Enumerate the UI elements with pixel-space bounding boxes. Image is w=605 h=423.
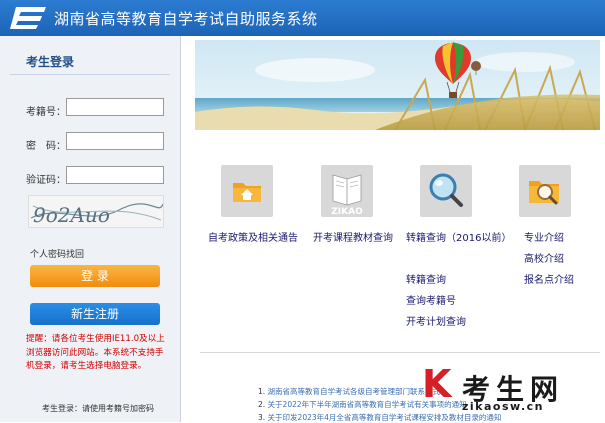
search-folder-icon — [529, 181, 559, 205]
book-icon: ZIKAO — [331, 174, 363, 217]
login-button[interactable]: 登 录 — [30, 265, 160, 287]
captcha-noise-icon: 9o2Auo — [30, 203, 163, 227]
captcha-input[interactable] — [66, 166, 164, 184]
banner-image — [195, 40, 600, 130]
watermark-logo: K 考生网 zikaosw.cn — [418, 362, 605, 422]
captcha-label: 验证码： — [26, 175, 66, 186]
exam-id-label: 考籍号： — [26, 107, 66, 118]
password-input[interactable] — [66, 132, 164, 150]
login-divider — [10, 74, 170, 75]
password-label: 密 码： — [26, 141, 66, 152]
zikao-icon-text: ZIKAO — [331, 207, 363, 217]
hot-air-balloon-banner-icon — [195, 40, 600, 130]
captcha-image[interactable]: 9o2Auo — [28, 195, 164, 228]
college-intro-link[interactable]: 高校介绍 — [524, 250, 564, 265]
exam-plan-query-link[interactable]: 开考计划查询 — [406, 313, 466, 328]
login-sidebar: 考生登录 考籍号： 密 码： 验证码： 9o2Auo 个人密码找回 登 录 新生… — [0, 36, 181, 422]
magnifier-icon — [429, 173, 463, 207]
course-link[interactable]: 开考课程教材查询 — [313, 229, 393, 244]
transfer-query-old-link[interactable]: 转籍查询（2016以前） — [406, 229, 511, 244]
watermark-url: zikaosw.cn — [462, 400, 545, 413]
registration-point-intro-link[interactable]: 报名点介绍 — [524, 271, 574, 286]
folder-home-icon — [233, 183, 261, 202]
captcha-text: 9o2Auo — [33, 203, 110, 227]
intro-tile[interactable] — [519, 165, 571, 217]
watermark-k: K — [422, 362, 452, 406]
header-bar: 湖南省高等教育自学考试自助服务系统 — [0, 0, 605, 36]
major-intro-link[interactable]: 专业介绍 — [524, 229, 564, 244]
course-tile[interactable]: ZIKAO — [321, 165, 373, 217]
system-title: 湖南省高等教育自学考试自助服务系统 — [54, 10, 318, 28]
forgot-password-link[interactable]: 个人密码找回 — [30, 247, 84, 260]
exam-id-input[interactable] — [66, 98, 164, 116]
transfer-tile[interactable] — [420, 165, 472, 217]
logo-icon — [10, 7, 46, 29]
news-item[interactable]: 1. 湖南省高等教育自学考试各级自考管理部门联系方式 — [258, 386, 440, 397]
register-button[interactable]: 新生注册 — [30, 303, 160, 325]
login-title: 考生登录 — [26, 55, 75, 69]
policy-tile[interactable] — [221, 165, 273, 217]
browser-notice: 提醒：请各位考生使用IE11.0及以上浏览器访问此网站。本系统不支持手机登录，请… — [26, 334, 165, 371]
transfer-query-link[interactable]: 转籍查询 — [406, 271, 446, 286]
policy-link[interactable]: 自考政策及相关通告 — [208, 229, 298, 244]
exam-id-query-link[interactable]: 查询考籍号 — [406, 292, 456, 307]
login-footer-note: 考生登录：请使用考籍号加密码 — [42, 404, 154, 413]
content-divider — [200, 352, 600, 353]
